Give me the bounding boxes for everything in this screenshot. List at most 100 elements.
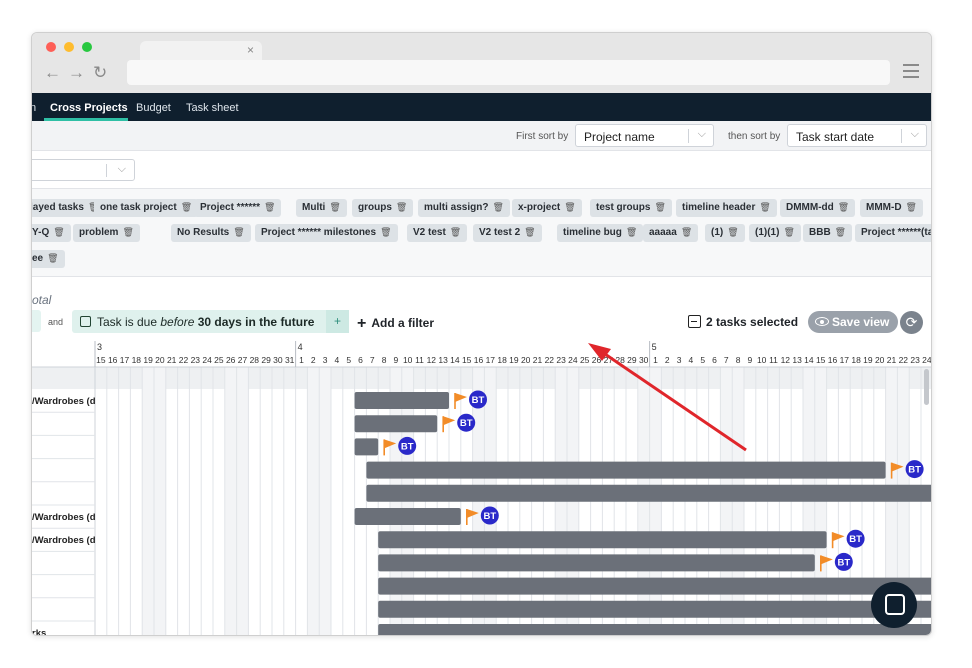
day-label: 26: [226, 355, 236, 365]
address-bar[interactable]: [127, 60, 890, 85]
menu-icon[interactable]: [903, 64, 919, 82]
project-chip[interactable]: (1) 🗑: [705, 224, 745, 242]
trash-icon[interactable]: 🗑: [906, 202, 917, 212]
project-chip[interactable]: DMMM-dd 🗑: [780, 199, 856, 217]
save-view-label: Save view: [832, 315, 890, 329]
project-chip[interactable]: Project ******(table)🗑: [855, 224, 931, 242]
reload-icon[interactable]: ↻: [93, 64, 107, 82]
trash-icon[interactable]: 🗑: [654, 202, 665, 212]
back-arrow-icon[interactable]: ←: [44, 64, 61, 82]
day-label: 29: [261, 355, 271, 365]
day-label: 6: [712, 355, 717, 365]
day-label: 21: [533, 355, 543, 365]
project-chip[interactable]: timeline header 🗑: [676, 199, 777, 217]
trash-icon[interactable]: 🗑: [329, 202, 340, 212]
project-chip[interactable]: multi assign? 🗑: [418, 199, 510, 217]
select-separator: [688, 129, 689, 143]
trash-icon[interactable]: 🗑: [181, 202, 192, 212]
then-sort-value: Task start date: [796, 130, 875, 144]
trash-icon[interactable]: 🗑: [122, 227, 133, 237]
trash-icon[interactable]: 🗑: [727, 227, 738, 237]
day-label: 22: [179, 355, 189, 365]
day-label: 19: [143, 355, 153, 365]
project-chip[interactable]: timeline bug 🗑: [557, 224, 644, 242]
project-chip[interactable]: MMM-D 🗑: [860, 199, 923, 217]
project-chip-label: Y-Q: [32, 227, 50, 238]
filter-bar: otal and Task is due before 30 days in t…: [32, 277, 931, 341]
project-chip[interactable]: No Results 🗑: [171, 224, 251, 242]
trash-icon[interactable]: 🗑: [564, 202, 575, 212]
trash-icon[interactable]: 🗑: [233, 227, 244, 237]
due-date-filter-pill[interactable]: Task is due before 30 days in the future…: [72, 310, 349, 333]
vertical-scrollbar: [924, 369, 929, 405]
filter-text-italic: before: [160, 315, 195, 329]
day-label: 20: [875, 355, 885, 365]
trash-icon[interactable]: 🗑: [53, 227, 64, 237]
refresh-icon[interactable]: ⟳: [900, 311, 923, 334]
chevron-down-icon: ⌵: [697, 128, 706, 140]
trash-icon[interactable]: 🗑: [783, 227, 794, 237]
add-filter-button[interactable]: + Add a filter: [357, 315, 434, 333]
project-chip[interactable]: Multi 🗑: [296, 199, 347, 217]
project-select-row: ⌵: [32, 151, 931, 189]
project-chip-label: Multi: [302, 202, 326, 213]
minimize-window-dot[interactable]: [64, 42, 74, 52]
trash-icon[interactable]: 🗑: [626, 227, 637, 237]
trash-icon[interactable]: 🗑: [264, 202, 275, 212]
trash-icon[interactable]: 🗑: [47, 253, 58, 263]
close-window-dot[interactable]: [46, 42, 56, 52]
project-chip[interactable]: Project ****** milestones 🗑: [255, 224, 398, 242]
tab-close-icon[interactable]: ×: [247, 43, 254, 57]
project-chip[interactable]: aaaaa 🗑: [643, 224, 699, 242]
filter-plus-button[interactable]: +: [326, 310, 349, 333]
nav-item-task-sheet[interactable]: Task sheet: [186, 102, 239, 114]
trash-icon[interactable]: 🗑: [835, 227, 846, 237]
day-label: 9: [394, 355, 399, 365]
previous-filter-pill[interactable]: [32, 310, 41, 332]
minus-checkbox-icon: [688, 315, 701, 328]
project-chip[interactable]: x-project 🗑: [512, 199, 582, 217]
nav-item-budget[interactable]: Budget: [136, 102, 171, 114]
then-sort-select[interactable]: Task start date ⌵: [787, 124, 927, 147]
project-chip[interactable]: V2 test 🗑: [407, 224, 468, 242]
project-chip[interactable]: V2 test 2 🗑: [473, 224, 542, 242]
day-label: 13: [438, 355, 448, 365]
day-label: 18: [132, 355, 142, 365]
trash-icon[interactable]: 🗑: [450, 227, 461, 237]
filter-text-prefix: Task is due: [97, 315, 161, 329]
project-chip-label: Project ******: [200, 202, 261, 213]
forward-arrow-icon[interactable]: →: [68, 64, 85, 82]
first-sort-select[interactable]: Project name ⌵: [575, 124, 714, 147]
nav-item-partial[interactable]: n: [32, 102, 36, 114]
trash-icon[interactable]: 🗑: [396, 202, 407, 212]
project-chip-label: timeline header: [682, 202, 756, 213]
project-chip[interactable]: groups 🗑: [352, 199, 414, 217]
trash-icon[interactable]: 🗑: [838, 202, 849, 212]
tasks-selected-toggle[interactable]: 2 tasks selected: [688, 315, 798, 329]
trash-icon[interactable]: 🗑: [492, 202, 503, 212]
calendar-icon: [80, 316, 91, 327]
assignee-initials: BT: [908, 465, 921, 476]
project-chip[interactable]: test groups 🗑: [590, 199, 672, 217]
project-select[interactable]: ⌵: [32, 159, 135, 181]
project-chip[interactable]: Project ****** 🗑: [194, 199, 282, 217]
project-chip[interactable]: ee 🗑: [32, 250, 65, 268]
project-chip[interactable]: BBB 🗑: [803, 224, 853, 242]
project-chip[interactable]: one task project 🗑: [94, 199, 199, 217]
trash-icon[interactable]: 🗑: [524, 227, 535, 237]
project-chip[interactable]: problem 🗑: [73, 224, 140, 242]
trash-icon[interactable]: 🗑: [380, 227, 391, 237]
trash-icon[interactable]: 🗑: [759, 202, 770, 212]
chat-launcher-icon[interactable]: [871, 582, 917, 628]
day-label: 3: [677, 355, 682, 365]
trash-icon[interactable]: 🗑: [681, 227, 692, 237]
save-view-button[interactable]: Save view: [808, 311, 898, 333]
day-label: 4: [689, 355, 694, 365]
select-separator: [901, 129, 902, 143]
maximize-window-dot[interactable]: [82, 42, 92, 52]
project-chip[interactable]: Y-Q 🗑: [32, 224, 71, 242]
browser-tab[interactable]: ×: [140, 41, 262, 61]
nav-item-cross-projects[interactable]: Cross Projects: [50, 102, 128, 114]
project-chip[interactable]: (1)(1) 🗑: [749, 224, 801, 242]
day-label: 5: [700, 355, 705, 365]
